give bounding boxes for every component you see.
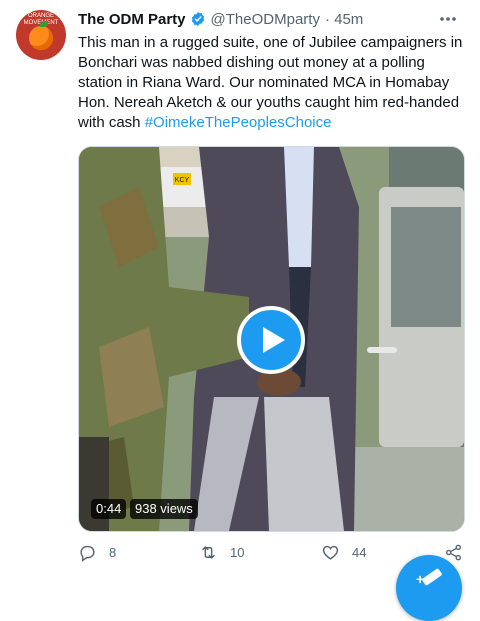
video-views: 938 views xyxy=(130,499,198,519)
like-button[interactable]: 44 xyxy=(321,543,366,562)
orange-logo-icon xyxy=(29,26,53,50)
author-avatar[interactable]: ORANGE MOVEMENT xyxy=(16,10,66,60)
video-player[interactable]: KCY 0:44 938 views xyxy=(78,146,465,532)
author-name[interactable]: The ODM Party xyxy=(78,11,186,28)
tweet-card[interactable]: ORANGE MOVEMENT The ODM Party @TheODMpar… xyxy=(0,0,480,621)
compose-tweet-button[interactable]: + xyxy=(396,555,462,621)
video-duration: 0:44 xyxy=(91,499,127,519)
like-count: 44 xyxy=(352,545,367,560)
tweet-timestamp[interactable]: · 45m xyxy=(325,11,363,28)
verified-badge-icon xyxy=(191,12,204,26)
tweet-text: This man in a rugged suite, one of Jubil… xyxy=(78,33,468,133)
more-dots-icon[interactable] xyxy=(436,10,460,28)
play-icon[interactable] xyxy=(237,306,305,374)
reply-count: 8 xyxy=(109,545,117,560)
retweet-icon xyxy=(202,546,215,559)
reply-icon xyxy=(80,545,95,562)
tweet-header: The ODM Party @TheODMparty · 45m xyxy=(78,8,363,30)
retweet-count: 10 xyxy=(230,545,245,560)
author-handle[interactable]: @TheODMparty xyxy=(211,11,320,28)
share-icon xyxy=(446,544,461,561)
heart-icon xyxy=(322,545,339,560)
license-plate: KCY xyxy=(175,177,190,184)
share-button[interactable] xyxy=(444,543,463,562)
reply-button[interactable]: 8 xyxy=(78,543,116,562)
hashtag-link[interactable]: #OimekeThePeoplesChoice xyxy=(145,114,332,131)
retweet-button[interactable]: 10 xyxy=(199,543,244,562)
play-triangle xyxy=(263,327,285,353)
compose-tweet-icon xyxy=(421,567,443,587)
